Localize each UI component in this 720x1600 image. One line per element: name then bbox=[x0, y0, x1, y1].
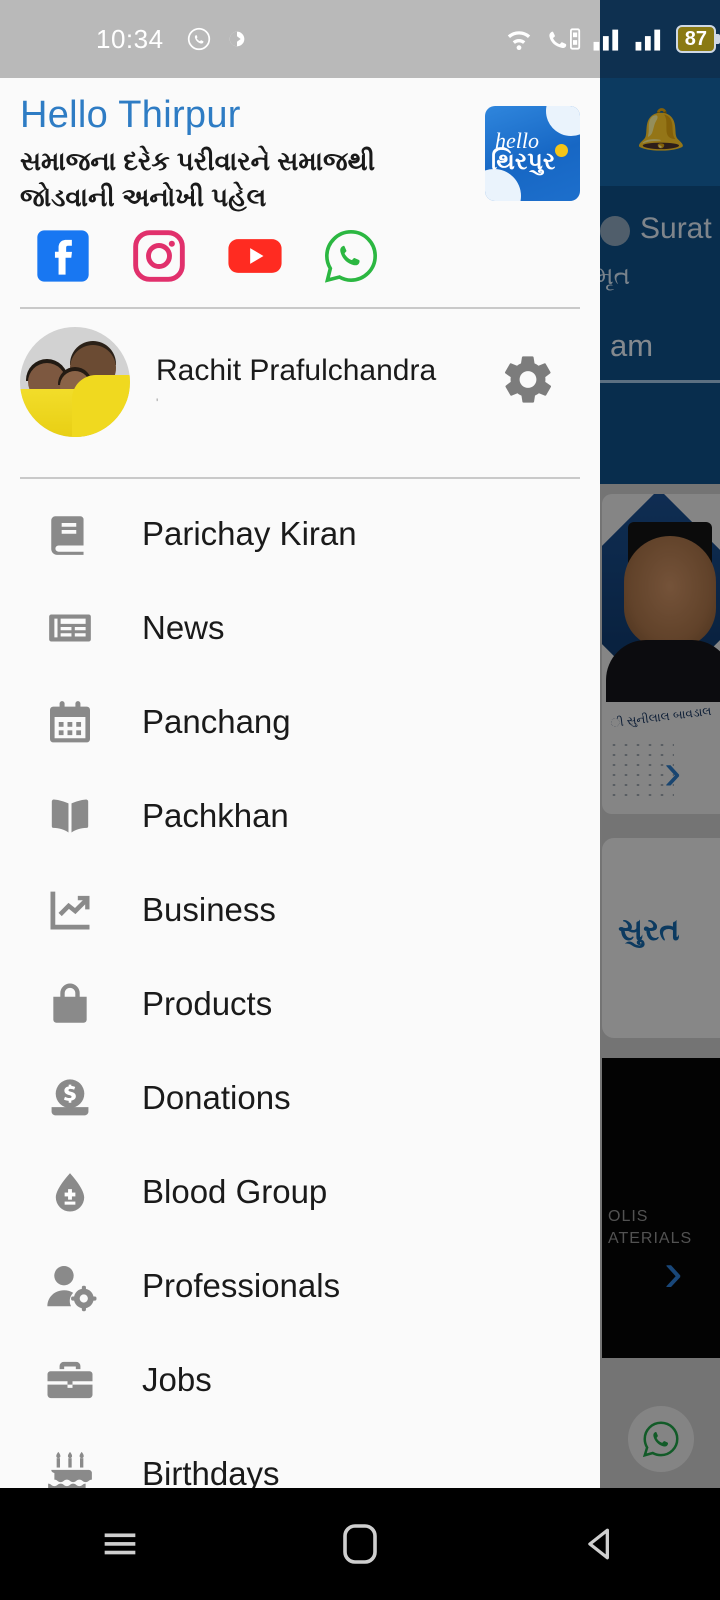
battery-nub bbox=[716, 34, 720, 44]
home-square-icon bbox=[343, 1524, 377, 1564]
instagram-icon bbox=[133, 230, 185, 282]
menu-item-birthdays[interactable]: Birthdays bbox=[0, 1427, 600, 1488]
signal-icon-2 bbox=[635, 29, 660, 51]
logo-gujarati-text: થિરપુર bbox=[491, 148, 556, 175]
menu-label: Products bbox=[142, 985, 273, 1022]
app-icon bbox=[229, 31, 244, 47]
home-button[interactable] bbox=[300, 1488, 420, 1600]
user-avatar[interactable] bbox=[20, 327, 130, 437]
wifi-icon bbox=[507, 31, 530, 51]
birthday-cake-icon bbox=[40, 1449, 100, 1488]
drawer-scrim[interactable] bbox=[600, 78, 720, 1520]
briefcase-icon bbox=[40, 1355, 100, 1405]
divider-bottom bbox=[20, 477, 580, 479]
profile-row[interactable]: Rachit Prafulchandra ' bbox=[0, 309, 600, 455]
open-book-icon bbox=[40, 790, 100, 842]
newspaper-icon bbox=[40, 603, 100, 653]
menu-item-news[interactable]: News bbox=[0, 581, 600, 675]
menu-label: News bbox=[142, 609, 225, 646]
app-logo: hello થિરપુર bbox=[485, 106, 580, 201]
back-triangle-icon bbox=[588, 1528, 609, 1560]
social-links bbox=[0, 215, 600, 285]
menu-label: Jobs bbox=[142, 1361, 212, 1398]
logo-corner-tr bbox=[546, 106, 580, 136]
battery-percent: 87 bbox=[675, 25, 716, 53]
settings-button[interactable] bbox=[500, 352, 556, 413]
status-time: 10:34 bbox=[96, 23, 164, 54]
menu-label: Panchang bbox=[142, 703, 291, 740]
menu-label: Pachkhan bbox=[142, 797, 289, 834]
menu-label: Donations bbox=[142, 1079, 291, 1116]
avatar-clothing-2 bbox=[72, 375, 130, 437]
drawer-menu: Parichay Kiran News Panchang Pachkhan Bu… bbox=[0, 487, 600, 1488]
facebook-link[interactable] bbox=[34, 227, 92, 285]
profile-name: Rachit Prafulchandra bbox=[156, 354, 437, 387]
donation-coin-icon bbox=[40, 1072, 100, 1124]
menu-item-professionals[interactable]: Professionals bbox=[0, 1239, 600, 1333]
logo-dot bbox=[555, 144, 568, 157]
whatsapp-icon bbox=[187, 27, 210, 51]
navigation-drawer: Hello Thirpur સમાજના દરેક પરીવારને સમાજથ… bbox=[0, 78, 600, 1488]
menu-label: Business bbox=[142, 891, 276, 928]
menu-item-donations[interactable]: Donations bbox=[0, 1051, 600, 1145]
menu-label: Parichay Kiran bbox=[142, 515, 357, 552]
instagram-link[interactable] bbox=[130, 227, 188, 285]
menu-label: Blood Group bbox=[142, 1173, 328, 1210]
whatsapp-link[interactable] bbox=[322, 227, 380, 285]
signal-icon-1 bbox=[593, 29, 618, 51]
recents-button[interactable] bbox=[60, 1488, 180, 1600]
system-nav-bar bbox=[0, 1488, 720, 1600]
app-subtitle: સમાજના દરેક પરીવારને સમાજથી જોડવાની અનોખ… bbox=[20, 146, 376, 212]
menu-item-parichay-kiran[interactable]: Parichay Kiran bbox=[0, 487, 600, 581]
drawer-header: Hello Thirpur સમાજના દરેક પરીવારને સમાજથ… bbox=[0, 78, 600, 215]
menu-item-pachkhan[interactable]: Pachkhan bbox=[0, 769, 600, 863]
phone-screen: 🔔 Surat મૃત am ી સુનીલાલ બાવડાલ › સુરત O… bbox=[0, 0, 720, 1600]
menu-label: Professionals bbox=[142, 1267, 341, 1304]
gear-icon bbox=[504, 356, 552, 403]
profile-text: Rachit Prafulchandra ' bbox=[130, 354, 436, 410]
menu-label: Birthdays bbox=[142, 1455, 280, 1488]
calendar-icon bbox=[40, 697, 100, 747]
whatsapp-icon bbox=[324, 230, 377, 283]
menu-item-jobs[interactable]: Jobs bbox=[0, 1333, 600, 1427]
shopping-bag-icon bbox=[40, 979, 100, 1029]
back-button[interactable] bbox=[540, 1488, 660, 1600]
menu-item-business[interactable]: Business bbox=[0, 863, 600, 957]
status-bar: 10:34 87 bbox=[0, 0, 720, 78]
battery-indicator: 87 bbox=[675, 25, 720, 53]
menu-lines-icon bbox=[104, 1533, 136, 1555]
trending-up-icon bbox=[40, 884, 100, 936]
youtube-icon bbox=[228, 239, 282, 273]
vowifi-call-icon bbox=[549, 28, 580, 50]
profile-subtext: ' bbox=[156, 396, 159, 410]
youtube-link[interactable] bbox=[226, 227, 284, 285]
menu-item-products[interactable]: Products bbox=[0, 957, 600, 1051]
status-right-icons: 87 bbox=[502, 0, 720, 78]
menu-item-panchang[interactable]: Panchang bbox=[0, 675, 600, 769]
person-gear-icon bbox=[40, 1260, 100, 1312]
book-icon bbox=[40, 509, 100, 559]
blood-drop-icon bbox=[40, 1167, 100, 1217]
menu-item-blood-group[interactable]: Blood Group bbox=[0, 1145, 600, 1239]
facebook-icon bbox=[37, 230, 89, 282]
